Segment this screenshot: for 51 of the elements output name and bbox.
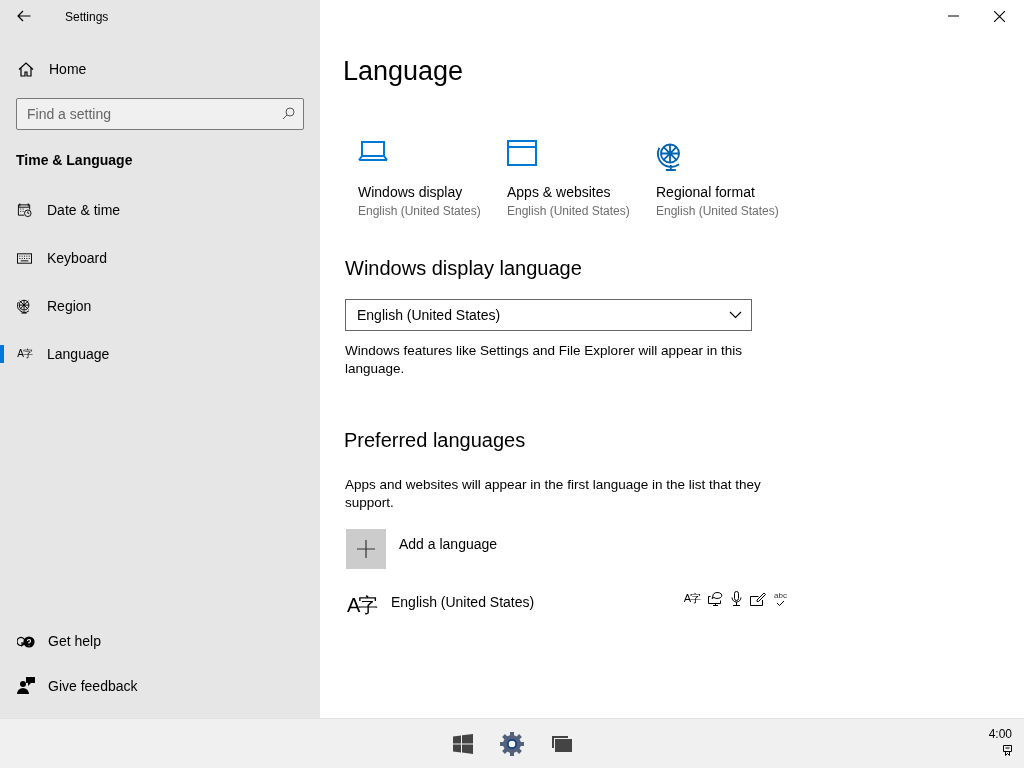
pen-box-icon — [750, 591, 767, 606]
microphone-icon — [731, 591, 743, 606]
shortcut-label: Windows display — [358, 184, 463, 200]
nav-item[interactable]: Region — [0, 292, 320, 320]
sidebar-link[interactable]: Get help — [0, 632, 101, 649]
start-icon[interactable] — [453, 733, 473, 754]
description-text: Apps and websites will appear in the first language in the list that they support. — [345, 476, 762, 512]
page-title: Language — [343, 56, 464, 87]
app-window-icon — [507, 140, 537, 166]
home-link[interactable]: Home — [18, 57, 87, 81]
notification-icon[interactable] — [1003, 745, 1012, 756]
sidebar-link[interactable]: Give feedback — [0, 677, 138, 694]
search-field[interactable]: Find a setting — [16, 98, 304, 130]
section-heading: Windows display language — [345, 257, 582, 280]
language-icon: A字 — [17, 347, 32, 361]
chevron-down-icon — [729, 311, 742, 319]
close-icon[interactable] — [994, 10, 1005, 22]
shortcut-value: English (United States) — [358, 204, 481, 218]
keyboard-icon — [17, 252, 32, 264]
person-speech-icon — [17, 677, 35, 694]
home-icon — [18, 61, 34, 77]
globe-icon — [17, 297, 32, 315]
language-pack-icon: A字 — [683, 591, 701, 606]
window-title: Settings — [65, 8, 109, 24]
language-shortcut[interactable]: Windows display English (United States) — [358, 140, 507, 218]
settings-icon[interactable] — [500, 731, 524, 756]
shortcut-label: Apps & websites — [507, 184, 611, 200]
plus-icon — [357, 540, 375, 558]
language-icon: A字 — [347, 592, 391, 619]
language-shortcut[interactable]: Apps & websites English (United States) — [507, 140, 656, 218]
calendar-clock-icon — [17, 202, 32, 218]
monitor-speech-icon — [708, 591, 724, 606]
search-icon[interactable] — [282, 107, 295, 120]
description-text: Windows features like Settings and File Explorer will appear in this language. — [345, 342, 743, 378]
clock[interactable]: 4:00 — [988, 727, 1012, 741]
nav-item[interactable]: A字 Language — [0, 340, 320, 368]
nav-item[interactable]: Keyboard — [0, 244, 320, 272]
language-dropdown[interactable]: English (United States) — [345, 299, 752, 331]
add-language-label[interactable]: Add a language — [399, 536, 498, 552]
section-heading: Preferred languages — [344, 429, 526, 452]
language-name[interactable]: English (United States) — [391, 594, 684, 610]
language-shortcut[interactable]: Regional format English (United States) — [656, 140, 805, 218]
shortcut-label: Regional format — [656, 184, 755, 200]
section-title: Time & Language — [16, 152, 134, 168]
shortcut-value: English (United States) — [656, 204, 779, 218]
back-arrow-icon[interactable] — [17, 10, 31, 22]
nav-item[interactable]: Date & time — [0, 196, 320, 224]
shortcut-value: English (United States) — [507, 204, 630, 218]
laptop-icon — [358, 140, 388, 162]
task-view-icon[interactable] — [551, 734, 573, 753]
add-language-button[interactable] — [346, 529, 386, 569]
